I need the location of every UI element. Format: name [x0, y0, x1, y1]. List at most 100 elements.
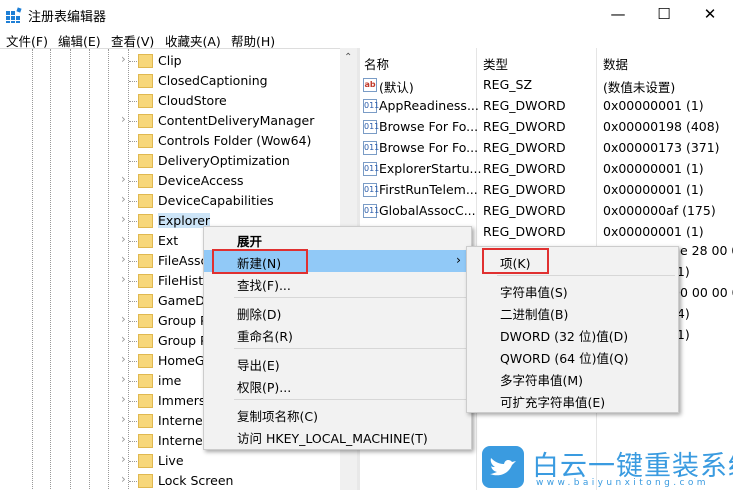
dword-value-icon: 011: [363, 120, 379, 134]
menu-item-find[interactable]: 查找(F)...: [204, 272, 471, 294]
chevron-right-icon[interactable]: ›: [121, 412, 126, 426]
tree-item[interactable]: ClosedCaptioning: [0, 71, 340, 91]
value-name: AppReadiness...: [379, 98, 479, 113]
submenu-item-binary[interactable]: 二进制值(B): [467, 301, 678, 323]
regedit-app-icon: [6, 7, 22, 23]
value-row[interactable]: ab (默认) REG_SZ (数值未设置): [360, 75, 733, 96]
value-row[interactable]: 011 FirstRunTelem... REG_DWORD 0x00000001 (…: [360, 180, 733, 201]
tree-item[interactable]: › ContentDeliveryManager: [0, 111, 340, 131]
folder-icon: [138, 254, 153, 268]
value-type: REG_DWORD: [483, 140, 566, 155]
chevron-right-icon[interactable]: ›: [121, 452, 126, 466]
value-name: FirstRunTelem...: [379, 182, 478, 197]
value-data: 0x00000001 (1): [603, 182, 704, 197]
value-row[interactable]: 011 Browse For Fo... REG_DWORD 0x00000173 (…: [360, 138, 733, 159]
menu-item-delete[interactable]: 删除(D): [204, 301, 471, 323]
chevron-right-icon[interactable]: ›: [121, 392, 126, 406]
tree-item[interactable]: › Clip: [0, 51, 340, 71]
tree-item-label: Live: [158, 453, 184, 468]
chevron-right-icon[interactable]: ›: [121, 332, 126, 346]
bird-logo-icon: [482, 446, 524, 488]
menu-separator: [497, 275, 675, 276]
value-name: (默认): [379, 80, 414, 95]
menu-item-rename[interactable]: 重命名(R): [204, 323, 471, 345]
folder-icon: [138, 354, 153, 368]
tree-item[interactable]: CloudStore: [0, 91, 340, 111]
chevron-right-icon[interactable]: ›: [121, 372, 126, 386]
dword-value-icon: 011: [363, 204, 379, 218]
chevron-right-icon[interactable]: ›: [121, 212, 126, 226]
column-header-data[interactable]: 数据: [603, 54, 628, 73]
chevron-right-icon[interactable]: ›: [121, 272, 126, 286]
value-row[interactable]: 011 GlobalAssocC... REG_DWORD 0x000000af (1…: [360, 201, 733, 222]
chevron-right-icon[interactable]: ›: [121, 52, 126, 66]
value-row[interactable]: 011 ExplorerStartu... REG_DWORD 0x00000001 …: [360, 159, 733, 180]
value-type: REG_DWORD: [483, 161, 566, 176]
scroll-up-icon[interactable]: ⌃: [344, 52, 352, 63]
maximize-button[interactable]: ☐: [641, 0, 687, 30]
folder-icon: [138, 174, 153, 188]
submenu-item-string[interactable]: 字符串值(S): [467, 279, 678, 301]
submenu-item-multi-string[interactable]: 多字符串值(M): [467, 367, 678, 389]
value-row[interactable]: 011 AppReadiness... REG_DWORD 0x00000001 (1…: [360, 96, 733, 117]
column-header-name[interactable]: 名称: [364, 54, 389, 73]
tree-item[interactable]: › DeviceCapabilities: [0, 191, 340, 211]
chevron-right-icon[interactable]: ›: [121, 432, 126, 446]
chevron-right-icon[interactable]: ›: [121, 172, 126, 186]
chevron-right-icon[interactable]: ›: [121, 312, 126, 326]
value-data: 0x00000001 (1): [603, 224, 704, 239]
watermark: 白云一键重装系统 www.baiyunxitong.com: [480, 446, 733, 490]
chevron-right-icon[interactable]: ›: [121, 192, 126, 206]
dword-value-icon: 011: [363, 162, 379, 176]
chevron-right-icon: ›: [456, 252, 461, 267]
menu-item-export[interactable]: 导出(E): [204, 352, 471, 374]
tree-item-label: ime: [158, 373, 182, 388]
column-header-type[interactable]: 类型: [483, 54, 508, 73]
tree-item[interactable]: › Lock Screen: [0, 471, 340, 490]
folder-icon: [138, 434, 153, 448]
folder-icon: [138, 274, 153, 288]
tree-item[interactable]: DeliveryOptimization: [0, 151, 340, 171]
folder-icon: [138, 194, 153, 208]
value-data: (数值未设置): [603, 80, 676, 95]
submenu-item-qword[interactable]: QWORD (64 位)值(Q): [467, 345, 678, 367]
tree-item-label: Group P: [158, 333, 208, 348]
menu-separator: [234, 399, 468, 400]
close-button[interactable]: ✕: [687, 0, 733, 30]
tree-item[interactable]: › Live: [0, 451, 340, 471]
value-name: Browse For Fo...: [379, 119, 479, 134]
folder-icon: [138, 234, 153, 248]
menu-item-copy-key-name[interactable]: 复制项名称(C): [204, 403, 471, 425]
chevron-right-icon[interactable]: ›: [121, 472, 126, 486]
value-data: 0x000000af (175): [603, 203, 716, 218]
tree-item-label: Immers: [158, 393, 206, 408]
submenu-item-expandable-string[interactable]: 可扩充字符串值(E): [467, 389, 678, 411]
tree-item[interactable]: Controls Folder (Wow64): [0, 131, 340, 151]
tree-item-label: Internet: [158, 433, 208, 448]
tree-item[interactable]: › DeviceAccess: [0, 171, 340, 191]
chevron-right-icon[interactable]: ›: [121, 252, 126, 266]
menu-item-permissions[interactable]: 权限(P)...: [204, 374, 471, 396]
folder-icon: [138, 334, 153, 348]
value-type: REG_SZ: [483, 77, 533, 92]
tree-item-label: DeviceAccess: [158, 173, 244, 188]
chevron-right-icon[interactable]: ›: [121, 112, 126, 126]
value-type: REG_DWORD: [483, 182, 566, 197]
tree-item-label: DeviceCapabilities: [158, 193, 274, 208]
menu-item-expand[interactable]: 展开: [204, 228, 471, 250]
folder-icon: [138, 314, 153, 328]
annotation-highlight-key: [482, 248, 549, 274]
minimize-button[interactable]: —: [595, 0, 641, 30]
chevron-right-icon[interactable]: ›: [121, 232, 126, 246]
value-row[interactable]: 011 Browse For Fo... REG_DWORD 0x00000198 (…: [360, 117, 733, 138]
submenu-item-dword[interactable]: DWORD (32 位)值(D): [467, 323, 678, 345]
chevron-right-icon[interactable]: ›: [121, 352, 126, 366]
value-data: 0x00000001 (1): [603, 161, 704, 176]
menu-item-goto-hklm[interactable]: 访问 HKEY_LOCAL_MACHINE(T): [204, 425, 471, 447]
tree-item-label: Group P: [158, 313, 208, 328]
folder-icon: [138, 474, 153, 488]
folder-icon: [138, 394, 153, 408]
tree-item-label: Controls Folder (Wow64): [158, 133, 312, 148]
folder-icon: [138, 154, 153, 168]
folder-icon: [138, 294, 153, 308]
